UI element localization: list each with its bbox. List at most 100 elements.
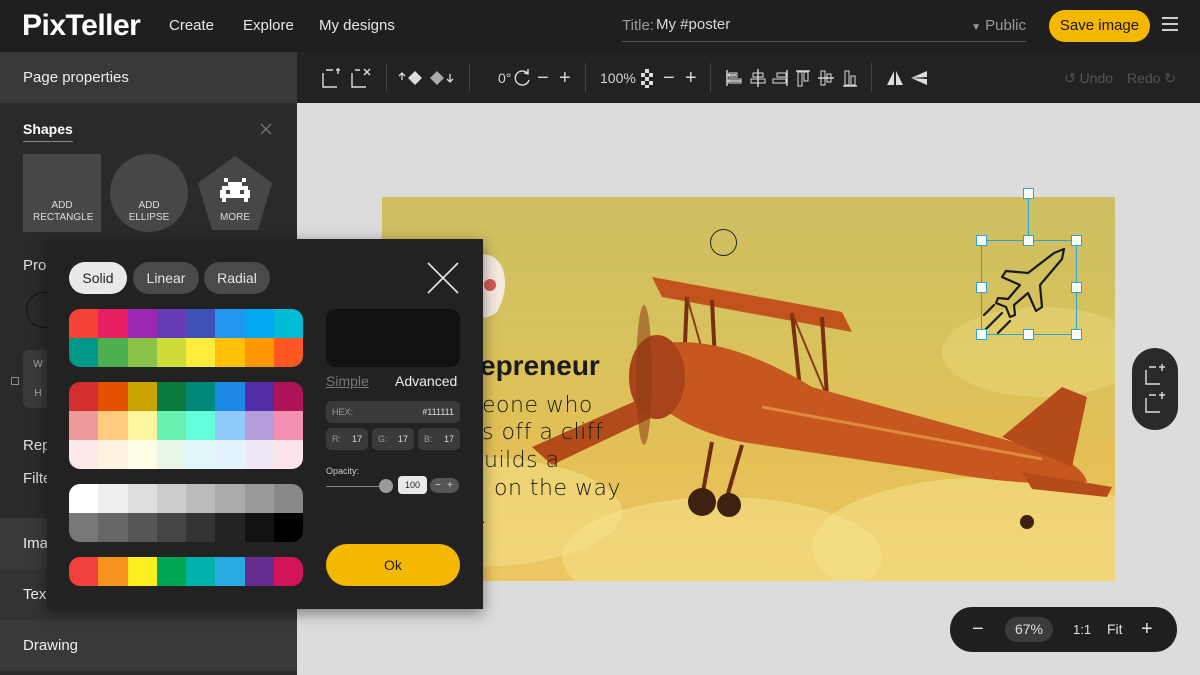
align-bottom-icon[interactable] xyxy=(841,66,859,90)
poster-body-line-2[interactable]: s off a cliff xyxy=(482,420,603,445)
color-swatch[interactable] xyxy=(186,557,216,586)
opacity-decrease-icon[interactable]: − xyxy=(435,478,441,493)
resize-handle-ne[interactable] xyxy=(1071,235,1082,246)
drawing-section-tab[interactable]: Drawing xyxy=(0,620,297,671)
color-swatch[interactable] xyxy=(127,484,157,513)
palette-primary[interactable] xyxy=(69,309,303,367)
color-swatch[interactable] xyxy=(186,411,216,440)
color-swatch[interactable] xyxy=(186,484,216,513)
color-swatch[interactable] xyxy=(127,513,157,542)
color-swatch[interactable] xyxy=(215,411,245,440)
nav-create[interactable]: Create xyxy=(169,17,214,34)
poster-headline[interactable]: epreneur xyxy=(480,350,600,382)
color-swatch[interactable] xyxy=(186,440,216,469)
resize-handle-sw[interactable] xyxy=(976,329,987,340)
zoom-in-icon[interactable]: + xyxy=(1141,617,1153,642)
more-shapes-button[interactable]: MORE xyxy=(196,154,274,232)
simple-mode-link[interactable]: Simple xyxy=(326,373,369,389)
add-page-after-icon[interactable] xyxy=(1145,364,1165,385)
menu-icon[interactable] xyxy=(1162,17,1178,31)
selected-element[interactable] xyxy=(981,240,1077,335)
zoom-value[interactable]: 67% xyxy=(1005,617,1053,642)
resize-handle-n[interactable] xyxy=(1023,235,1034,246)
remove-page-icon[interactable] xyxy=(348,66,372,90)
add-page-icon[interactable] xyxy=(319,66,343,90)
poster-body-line-3[interactable]: uilds a xyxy=(484,448,560,473)
visibility-dropdown[interactable]: ▼ Public xyxy=(971,17,1026,34)
color-swatch[interactable] xyxy=(273,309,303,338)
color-swatch[interactable] xyxy=(156,411,186,440)
color-swatch[interactable] xyxy=(156,338,186,367)
palette-tones[interactable] xyxy=(69,382,303,469)
resize-handle-s[interactable] xyxy=(1023,329,1034,340)
duplicate-page-icon[interactable] xyxy=(1145,392,1165,413)
advanced-mode-link[interactable]: Advanced xyxy=(395,373,457,389)
color-swatch[interactable] xyxy=(156,382,186,411)
opacity-minus-icon[interactable]: − xyxy=(663,66,675,90)
ok-button[interactable]: Ok xyxy=(326,544,460,586)
send-backward-icon[interactable] xyxy=(428,66,454,90)
color-swatch[interactable] xyxy=(186,338,216,367)
color-swatch[interactable] xyxy=(69,440,99,469)
color-swatch[interactable] xyxy=(98,440,128,469)
flip-vertical-icon[interactable] xyxy=(909,66,929,90)
align-top-icon[interactable] xyxy=(794,66,812,90)
resize-handle-w[interactable] xyxy=(976,282,987,293)
color-swatch[interactable] xyxy=(156,440,186,469)
color-swatch[interactable] xyxy=(98,557,128,586)
color-swatch[interactable] xyxy=(186,309,216,338)
add-ellipse-button[interactable]: ADD ELLIPSE xyxy=(110,154,188,232)
app-logo[interactable]: PixTeller xyxy=(22,9,141,43)
color-swatch[interactable] xyxy=(186,513,216,542)
hex-field[interactable]: HEX: #111111 xyxy=(326,401,460,423)
color-swatch[interactable] xyxy=(127,309,157,338)
color-swatch[interactable] xyxy=(127,557,157,586)
color-swatch[interactable] xyxy=(273,338,303,367)
color-swatch[interactable] xyxy=(69,309,99,338)
align-right-icon[interactable] xyxy=(771,66,789,90)
color-swatch[interactable] xyxy=(156,557,186,586)
color-swatch[interactable] xyxy=(244,309,274,338)
undo-button[interactable]: ↺ Undo xyxy=(1064,66,1113,90)
bring-forward-icon[interactable] xyxy=(398,66,424,90)
color-swatch[interactable] xyxy=(98,338,128,367)
tab-linear[interactable]: Linear xyxy=(133,262,199,294)
poster-body-line-4[interactable]: on the way xyxy=(494,476,621,501)
opacity-stepper[interactable]: − + xyxy=(430,478,459,493)
close-icon[interactable] xyxy=(259,122,273,136)
color-swatch[interactable] xyxy=(69,382,99,411)
color-swatch[interactable] xyxy=(244,440,274,469)
color-swatch[interactable] xyxy=(69,513,99,542)
color-swatch[interactable] xyxy=(127,440,157,469)
nav-my-designs[interactable]: My designs xyxy=(319,17,395,34)
page-properties-tab[interactable]: Page properties xyxy=(0,52,297,103)
color-swatch[interactable] xyxy=(98,513,128,542)
color-swatch[interactable] xyxy=(156,309,186,338)
color-swatch[interactable] xyxy=(215,513,245,542)
poster-body-line-1[interactable]: eone who xyxy=(482,393,593,418)
align-left-icon[interactable] xyxy=(725,66,743,90)
color-swatch[interactable] xyxy=(186,382,216,411)
opacity-value[interactable]: 100% xyxy=(600,66,636,90)
tab-radial[interactable]: Radial xyxy=(204,262,270,294)
color-swatch[interactable] xyxy=(127,411,157,440)
color-swatch[interactable] xyxy=(156,513,186,542)
color-swatch[interactable] xyxy=(244,484,274,513)
opacity-input[interactable]: 100 xyxy=(398,476,427,494)
nav-explore[interactable]: Explore xyxy=(243,17,294,34)
color-swatch[interactable] xyxy=(215,440,245,469)
color-swatch[interactable] xyxy=(273,440,303,469)
color-swatch[interactable] xyxy=(244,382,274,411)
save-image-button[interactable]: Save image xyxy=(1049,10,1150,42)
blue-field[interactable]: B: 17 xyxy=(418,428,460,450)
color-swatch[interactable] xyxy=(215,309,245,338)
rotate-plus-icon[interactable]: + xyxy=(559,66,571,90)
color-swatch[interactable] xyxy=(69,484,99,513)
opacity-plus-icon[interactable]: + xyxy=(685,66,697,90)
color-swatch[interactable] xyxy=(98,484,128,513)
color-swatch[interactable] xyxy=(244,411,274,440)
opacity-increase-icon[interactable]: + xyxy=(447,478,453,493)
palette-vivid[interactable] xyxy=(69,557,303,586)
zoom-out-icon[interactable]: − xyxy=(972,617,984,642)
color-swatch[interactable] xyxy=(215,382,245,411)
